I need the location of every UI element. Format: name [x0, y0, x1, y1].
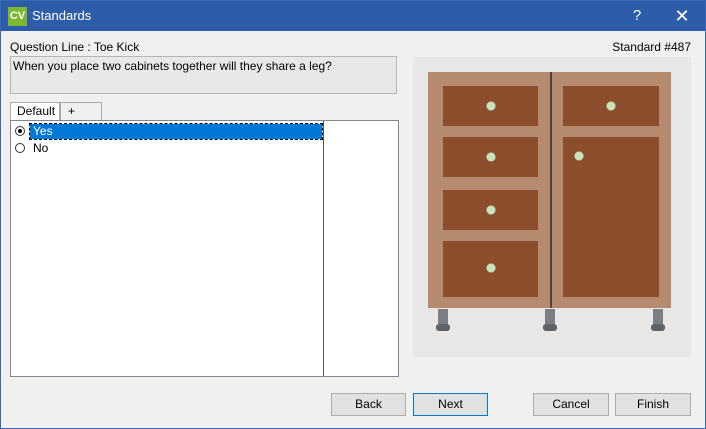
option-yes-label: Yes [29, 123, 323, 140]
knob-icon [486, 101, 496, 111]
radio-no[interactable] [15, 143, 25, 153]
answer-list: Yes No [10, 120, 399, 377]
back-button[interactable]: Back [331, 393, 406, 416]
finish-button[interactable]: Finish [615, 393, 691, 416]
knob-icon [486, 152, 496, 162]
option-no-label: No [33, 141, 49, 155]
question-line-label: Question Line : Toe Kick [10, 40, 140, 54]
cancel-button[interactable]: Cancel [533, 393, 609, 416]
standard-number: Standard #487 [612, 40, 691, 54]
standards-dialog: CV Standards ? ✕ Question Line : Toe Kic… [0, 0, 706, 429]
window-title: Standards [32, 8, 92, 23]
knob-icon [606, 101, 616, 111]
preview-panel [413, 57, 691, 357]
tab-add[interactable]: + [60, 102, 102, 120]
cabinet-illustration-icon [428, 72, 671, 331]
door-right [563, 137, 659, 297]
knob-icon [574, 151, 584, 161]
tab-default[interactable]: Default [10, 102, 60, 121]
list-divider [323, 121, 324, 376]
next-button[interactable]: Next [413, 393, 488, 416]
close-button[interactable]: ✕ [659, 1, 705, 31]
knob-icon [486, 205, 496, 215]
knob-icon [486, 263, 496, 273]
app-logo-icon: CV [8, 7, 27, 26]
question-text: When you place two cabinets together wil… [10, 56, 397, 94]
cabinet-legs [436, 309, 665, 331]
title-bar: CV Standards ? ✕ [1, 1, 705, 31]
help-button[interactable]: ? [614, 1, 660, 31]
radio-yes[interactable] [15, 126, 25, 136]
